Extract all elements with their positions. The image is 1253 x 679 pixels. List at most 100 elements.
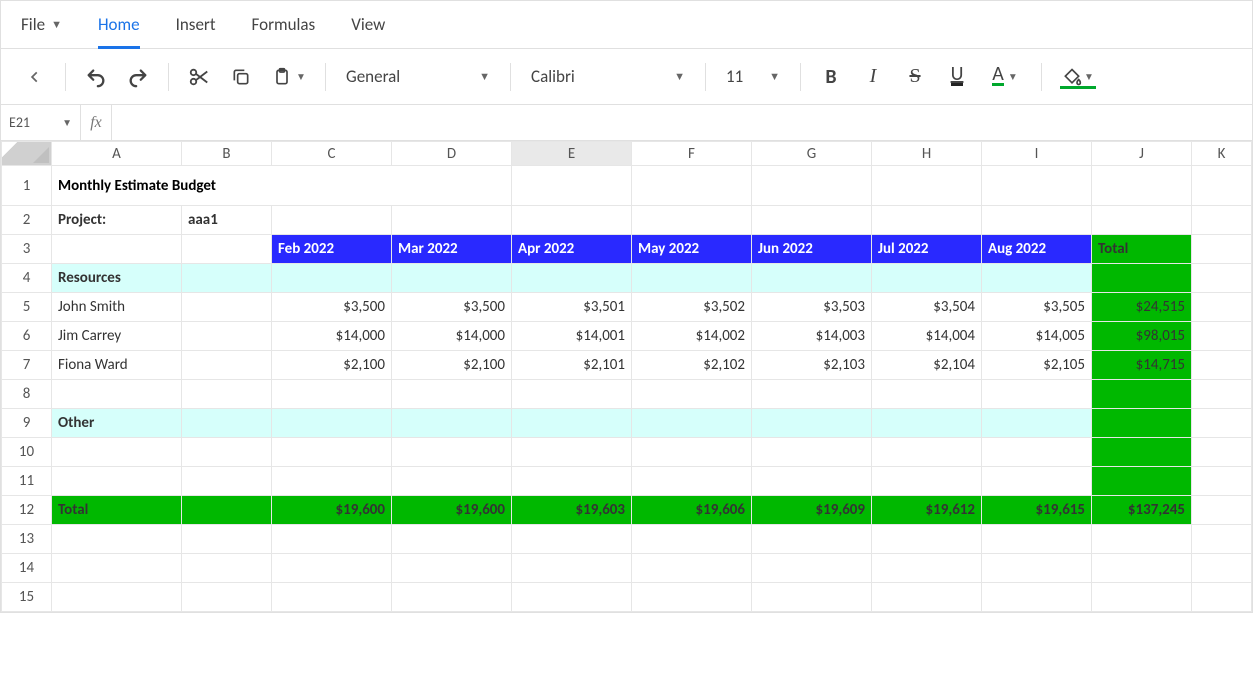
- italic-button[interactable]: I: [855, 59, 891, 95]
- bold-button[interactable]: B: [813, 59, 849, 95]
- cell[interactable]: [272, 380, 392, 409]
- row-header[interactable]: 4: [2, 264, 52, 293]
- title-cell[interactable]: Monthly Estimate Budget: [52, 166, 512, 206]
- cell[interactable]: [182, 380, 272, 409]
- cell[interactable]: [512, 438, 632, 467]
- cell[interactable]: [1192, 583, 1252, 612]
- cell[interactable]: [512, 583, 632, 612]
- cell[interactable]: [982, 467, 1092, 496]
- row-header[interactable]: 6: [2, 322, 52, 351]
- section-header[interactable]: Resources: [52, 264, 182, 293]
- name-box[interactable]: E21 ▼: [1, 105, 81, 140]
- grid[interactable]: A B C D E F G H I J K 1 Monthly Estimate…: [1, 141, 1252, 612]
- month-header[interactable]: Feb 2022: [272, 235, 392, 264]
- cell[interactable]: [982, 380, 1092, 409]
- underline-button[interactable]: U: [939, 59, 975, 95]
- cell[interactable]: [182, 496, 272, 525]
- col-header[interactable]: I: [982, 142, 1092, 166]
- row-header[interactable]: 11: [2, 467, 52, 496]
- cell[interactable]: [392, 525, 512, 554]
- cell[interactable]: $3,503: [752, 293, 872, 322]
- cell[interactable]: [182, 583, 272, 612]
- cell[interactable]: $2,105: [982, 351, 1092, 380]
- cell[interactable]: [392, 554, 512, 583]
- cell[interactable]: [272, 264, 392, 293]
- cell[interactable]: [1192, 351, 1252, 380]
- cell[interactable]: [632, 554, 752, 583]
- cell[interactable]: [1192, 235, 1252, 264]
- undo-button[interactable]: [78, 59, 114, 95]
- row-header[interactable]: 14: [2, 554, 52, 583]
- font-size-select[interactable]: 11 ▼: [718, 59, 788, 95]
- cell[interactable]: [1092, 206, 1192, 235]
- cell[interactable]: [872, 206, 982, 235]
- cell[interactable]: [632, 206, 752, 235]
- cell[interactable]: [1192, 206, 1252, 235]
- select-all-corner[interactable]: [2, 142, 52, 166]
- cell[interactable]: [182, 554, 272, 583]
- cell[interactable]: [752, 583, 872, 612]
- cell[interactable]: $14,003: [752, 322, 872, 351]
- cell[interactable]: $2,104: [872, 351, 982, 380]
- row-total[interactable]: $24,515: [1092, 293, 1192, 322]
- fill-color-button[interactable]: ▼: [1054, 59, 1102, 95]
- menu-file[interactable]: File ▼: [21, 1, 62, 48]
- person-name[interactable]: John Smith: [52, 293, 182, 322]
- cell[interactable]: [1092, 467, 1192, 496]
- cell[interactable]: [1192, 467, 1252, 496]
- cell[interactable]: [1192, 380, 1252, 409]
- cell[interactable]: $3,504: [872, 293, 982, 322]
- cell[interactable]: [1192, 496, 1252, 525]
- cell[interactable]: [872, 166, 982, 206]
- row-header[interactable]: 13: [2, 525, 52, 554]
- cell[interactable]: [632, 525, 752, 554]
- cell[interactable]: [1192, 409, 1252, 438]
- cell[interactable]: [752, 206, 872, 235]
- col-header[interactable]: H: [872, 142, 982, 166]
- cell[interactable]: [272, 554, 392, 583]
- cell[interactable]: [1192, 525, 1252, 554]
- cell[interactable]: $2,100: [392, 351, 512, 380]
- row-total[interactable]: $14,715: [1092, 351, 1192, 380]
- col-header[interactable]: A: [52, 142, 182, 166]
- cell[interactable]: [872, 583, 982, 612]
- cell[interactable]: [182, 293, 272, 322]
- cell[interactable]: [632, 380, 752, 409]
- cell[interactable]: [512, 409, 632, 438]
- month-header[interactable]: Jun 2022: [752, 235, 872, 264]
- col-total[interactable]: $19,603: [512, 496, 632, 525]
- cell[interactable]: [392, 206, 512, 235]
- cell[interactable]: [752, 525, 872, 554]
- cell[interactable]: [182, 351, 272, 380]
- cut-button[interactable]: [181, 59, 217, 95]
- cell[interactable]: [1092, 409, 1192, 438]
- cell[interactable]: $14,000: [392, 322, 512, 351]
- formula-input[interactable]: [111, 105, 1252, 140]
- total-row-label[interactable]: Total: [52, 496, 182, 525]
- cell[interactable]: [512, 554, 632, 583]
- grand-total[interactable]: $137,245: [1092, 496, 1192, 525]
- menu-formulas[interactable]: Formulas: [252, 1, 316, 48]
- menu-home[interactable]: Home: [98, 1, 140, 48]
- cell[interactable]: [982, 525, 1092, 554]
- cell[interactable]: [872, 554, 982, 583]
- cell[interactable]: $3,500: [392, 293, 512, 322]
- cell[interactable]: [632, 409, 752, 438]
- col-total[interactable]: $19,606: [632, 496, 752, 525]
- cell[interactable]: [272, 438, 392, 467]
- col-header[interactable]: G: [752, 142, 872, 166]
- cell[interactable]: [272, 525, 392, 554]
- cell[interactable]: [982, 206, 1092, 235]
- cell[interactable]: [182, 525, 272, 554]
- section-header[interactable]: Other: [52, 409, 182, 438]
- cell[interactable]: [512, 166, 632, 206]
- cell[interactable]: [392, 409, 512, 438]
- cell[interactable]: $3,505: [982, 293, 1092, 322]
- cell[interactable]: [52, 525, 182, 554]
- cell[interactable]: [982, 554, 1092, 583]
- cell[interactable]: [632, 438, 752, 467]
- cell[interactable]: [52, 235, 182, 264]
- cell[interactable]: [52, 467, 182, 496]
- row-header[interactable]: 12: [2, 496, 52, 525]
- cell[interactable]: $2,103: [752, 351, 872, 380]
